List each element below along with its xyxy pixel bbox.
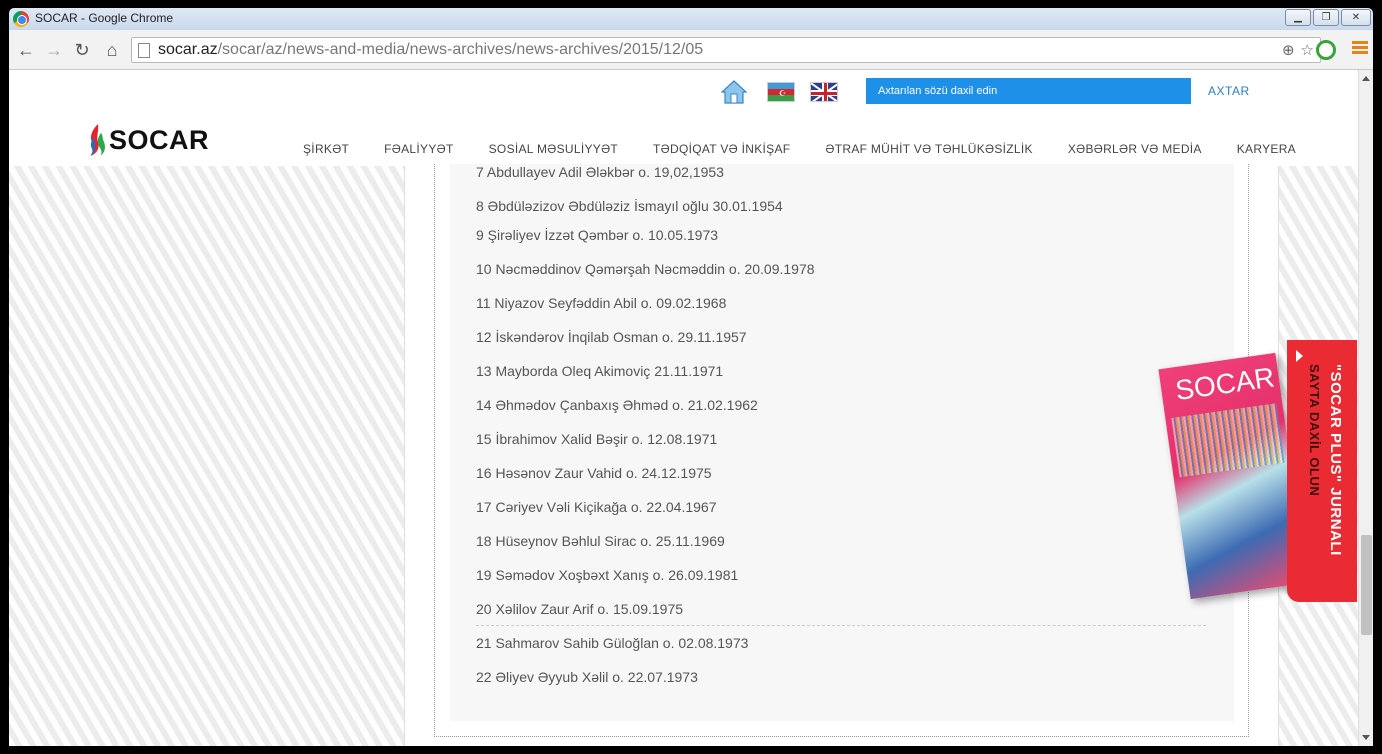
nav-item-company[interactable]: ŞİRKƏT [303, 142, 349, 156]
browser-toolbar: ← → ↻ ⌂ socar.az/socar/az/news-and-media… [9, 30, 1373, 70]
list-item: 8 Əbdüləzizov Əbdüləziz İsmayıl oğlu 30.… [476, 198, 783, 214]
list-item: 22 Əliyev Əyyub Xəlil o. 22.07.1973 [476, 669, 698, 685]
chrome-menu-icon[interactable] [1352, 41, 1368, 57]
title-bar: SOCAR - Google Chrome ▁ ❐ ✕ [9, 8, 1373, 30]
forward-icon[interactable]: → [43, 39, 65, 61]
magazine-artwork [1171, 403, 1285, 478]
nav-item-social-responsibility[interactable]: SOSİAL MƏSULİYYƏT [489, 142, 618, 156]
nav-item-news-media[interactable]: XƏBƏRLƏR VƏ MEDİA [1068, 142, 1202, 156]
english-flag-icon[interactable] [810, 82, 838, 102]
minimize-button[interactable]: ▁ [1285, 9, 1311, 26]
window-title: SOCAR - Google Chrome [35, 11, 174, 25]
extension-icon[interactable] [1316, 40, 1336, 60]
azerbaijani-flag-icon[interactable]: ☪ [767, 82, 795, 102]
search-button[interactable]: AXTAR [1208, 84, 1250, 98]
play-arrow-icon [1296, 350, 1303, 362]
list-item: 9 Şirəliyev İzzət Qəmbər o. 10.05.1973 [476, 227, 719, 243]
scroll-up-icon[interactable] [1362, 76, 1370, 81]
home-icon[interactable] [721, 80, 747, 104]
site-header: ☪ AXTAR SOCAR ŞİRKƏT FƏALİYYƏT SOSİAL MƏ… [9, 70, 1358, 166]
promo-tab[interactable]: "SOCAR PLUS" JURNALI SAYTA DAXİL OLUN [1287, 340, 1357, 602]
list-item: 16 Həsənov Zaur Vahid o. 24.12.1975 [476, 465, 712, 481]
list-item: 21 Sahmarov Sahib Güloğlan o. 02.08.1973 [476, 635, 749, 651]
socar-logo[interactable]: SOCAR [87, 122, 209, 158]
magazine-title: SOCAR [1173, 361, 1277, 407]
window-controls: ▁ ❐ ✕ [1285, 9, 1371, 26]
list-item: 13 Mayborda Oleq Akimoviç 21.11.1971 [476, 363, 724, 379]
article-body: 7 Abdullayev Adil Ələkbər o. 19,02,1953 … [450, 164, 1234, 721]
scroll-down-icon[interactable] [1362, 735, 1370, 740]
magazine-cover-image[interactable]: SOCAR [1158, 352, 1308, 600]
reload-icon[interactable]: ↻ [71, 39, 93, 61]
promo-subtitle: SAYTA DAXİL OLUN [1307, 364, 1322, 497]
browser-window: SOCAR - Google Chrome ▁ ❐ ✕ ← → ↻ ⌂ soca… [0, 0, 1382, 754]
flame-logo-icon [90, 124, 105, 156]
magazine-promo[interactable]: SOCAR "SOCAR PLUS" JURNALI SAYTA DAXİL O… [1158, 340, 1358, 602]
nav-item-research[interactable]: TƏDQİQAT VƏ İNKİŞAF [653, 142, 790, 156]
logo-wordmark: SOCAR [109, 124, 210, 155]
nav-item-activity[interactable]: FƏALİYYƏT [384, 142, 453, 156]
list-item: 14 Əhmədov Çanbaxış Əhməd o. 21.02.1962 [476, 397, 758, 413]
name-list: 7 Abdullayev Adil Ələkbər o. 19,02,1953 … [476, 164, 1206, 704]
nav-item-career[interactable]: KARYERA [1237, 142, 1296, 156]
list-item: 10 Nəcməddinov Qəmərşah Nəcməddin o. 20.… [476, 261, 815, 277]
close-button[interactable]: ✕ [1341, 9, 1371, 26]
chrome-logo-icon [13, 11, 29, 27]
list-item: 17 Cəriyev Vəli Kiçikağa o. 22.04.1967 [476, 499, 717, 515]
list-item: 7 Abdullayev Adil Ələkbər o. 19,02,1953 [476, 164, 724, 180]
list-item: 18 Hüseynov Bəhlul Sirac o. 25.11.1969 [476, 533, 725, 549]
restore-button[interactable]: ❐ [1313, 9, 1339, 26]
nav-item-environment-safety[interactable]: ƏTRAF MÜHİT VƏ TƏHLÜKƏSİZLİK [825, 142, 1032, 156]
list-item: 15 İbrahimov Xalid Bəşir o. 12.08.1971 [476, 431, 718, 447]
page-icon [138, 43, 150, 58]
home-browser-icon[interactable]: ⌂ [101, 39, 123, 61]
search-input[interactable] [866, 78, 1191, 104]
back-icon[interactable]: ← [15, 39, 37, 61]
scrollbar-thumb[interactable] [1361, 535, 1372, 635]
vertical-scrollbar[interactable] [1358, 70, 1373, 746]
bookmark-star-icon[interactable]: ☆ [1301, 41, 1314, 59]
page-viewport: ☪ AXTAR SOCAR ŞİRKƏT FƏALİYYƏT SOSİAL MƏ… [9, 70, 1358, 746]
list-item: 12 İskəndərov İnqilab Osman o. 29.11.195… [476, 329, 747, 345]
url-text: socar.az/socar/az/news-and-media/news-ar… [158, 41, 704, 58]
main-navigation: ŞİRKƏT FƏALİYYƏT SOSİAL MƏSULİYYƏT TƏDQİ… [303, 142, 1296, 156]
list-item: 19 Səmədov Xoşbəxt Xanış o. 26.09.1981 [476, 567, 739, 583]
address-bar[interactable]: socar.az/socar/az/news-and-media/news-ar… [131, 37, 1321, 63]
list-item: 20 Xəlilov Zaur Arif o. 15.09.1975 [476, 602, 1206, 636]
zoom-icon[interactable]: ⊕ [1282, 41, 1295, 59]
content-frame: 7 Abdullayev Adil Ələkbər o. 19,02,1953 … [404, 164, 1279, 746]
list-item: 11 Niyazov Seyfəddin Abil o. 09.02.1968 [476, 295, 727, 311]
promo-title: "SOCAR PLUS" JURNALI [1327, 364, 1344, 556]
